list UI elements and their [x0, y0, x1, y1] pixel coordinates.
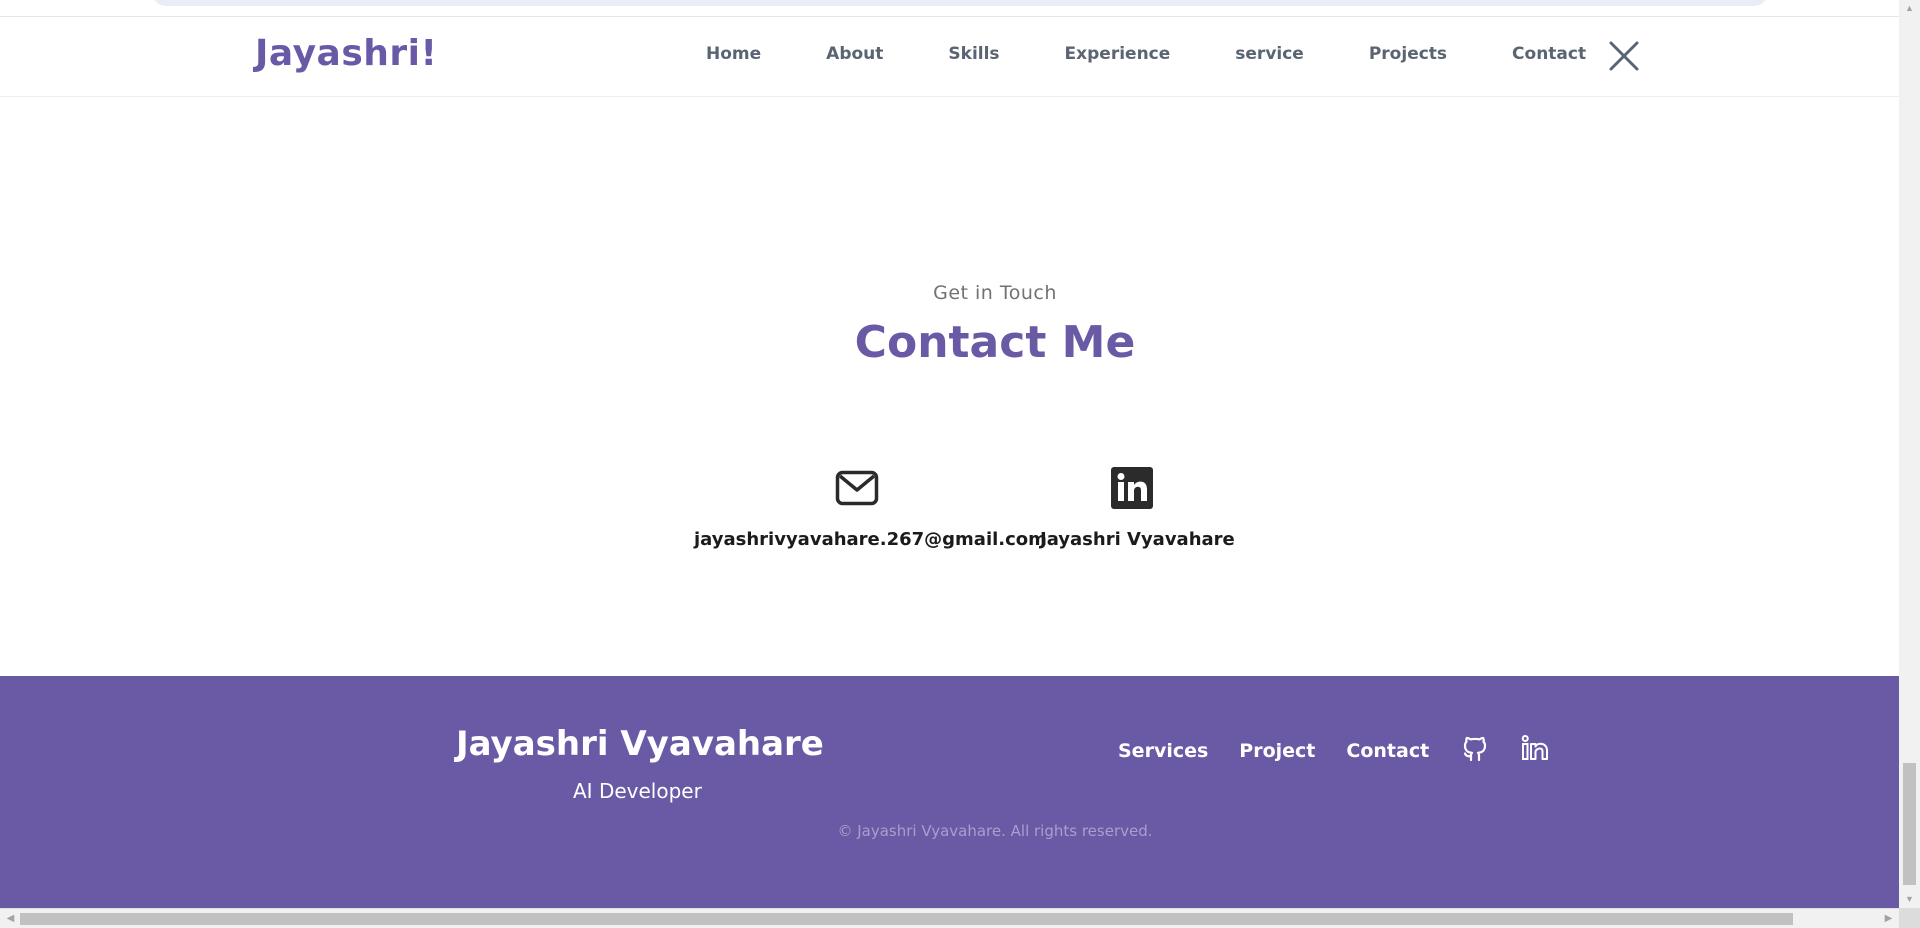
previous-section-edge [152, 0, 1768, 6]
site-header: Jayashri! Home About Skills Experience s… [0, 16, 1899, 97]
footer-link-services[interactable]: Services [1118, 740, 1208, 762]
horizontal-scrollbar[interactable]: ◀ ▶ [0, 908, 1899, 928]
footer-name: Jayashri Vyavahare [456, 724, 824, 764]
linkedin-icon[interactable] [1520, 733, 1550, 768]
nav-projects[interactable]: Projects [1369, 44, 1447, 64]
nav-about[interactable]: About [826, 44, 883, 64]
linkedin-icon [1040, 467, 1224, 514]
vertical-scrollbar-thumb[interactable] [1903, 763, 1916, 885]
nav-home[interactable]: Home [706, 44, 761, 64]
github-icon[interactable] [1460, 733, 1490, 768]
scroll-right-icon[interactable]: ▶ [1880, 909, 1897, 928]
copyright-text: © Jayashri Vyavahare. All rights reserve… [837, 822, 1153, 840]
linkedin-name[interactable]: Jayashri Vyavahare [1040, 529, 1235, 550]
footer-links: Services Project Contact [1118, 733, 1550, 768]
site-logo[interactable]: Jayashri! [255, 33, 437, 74]
page: Jayashri! Home About Skills Experience s… [0, 0, 1920, 928]
footer-link-contact[interactable]: Contact [1346, 740, 1429, 762]
scroll-down-icon[interactable]: ▼ [1899, 891, 1920, 908]
section-title: Contact Me [854, 317, 1136, 368]
contact-linkedin[interactable]: Jayashri Vyavahare [1040, 467, 1235, 550]
nav-skills[interactable]: Skills [948, 44, 999, 64]
horizontal-scrollbar-thumb[interactable] [20, 913, 1793, 925]
vertical-scrollbar[interactable]: ▲ ▼ [1899, 0, 1920, 908]
close-icon[interactable] [1606, 38, 1642, 74]
section-subtitle: Get in Touch [933, 282, 1057, 304]
nav-contact[interactable]: Contact [1512, 44, 1586, 64]
scroll-up-icon[interactable]: ▲ [1899, 0, 1920, 17]
nav-experience[interactable]: Experience [1065, 44, 1171, 64]
footer-role: AI Developer [573, 779, 702, 803]
email-address[interactable]: jayashrivyavahare.267@gmail.com [694, 529, 1047, 550]
footer-link-project[interactable]: Project [1239, 740, 1315, 762]
main-nav: Home About Skills Experience service Pro… [706, 44, 1586, 64]
scroll-left-icon[interactable]: ◀ [2, 909, 19, 928]
site-footer: Jayashri Vyavahare AI Developer Services… [0, 676, 1899, 908]
nav-service[interactable]: service [1235, 44, 1304, 64]
mail-icon [694, 470, 1020, 511]
contact-email[interactable]: jayashrivyavahare.267@gmail.com [694, 470, 1047, 550]
scrollbar-corner [1899, 908, 1920, 928]
